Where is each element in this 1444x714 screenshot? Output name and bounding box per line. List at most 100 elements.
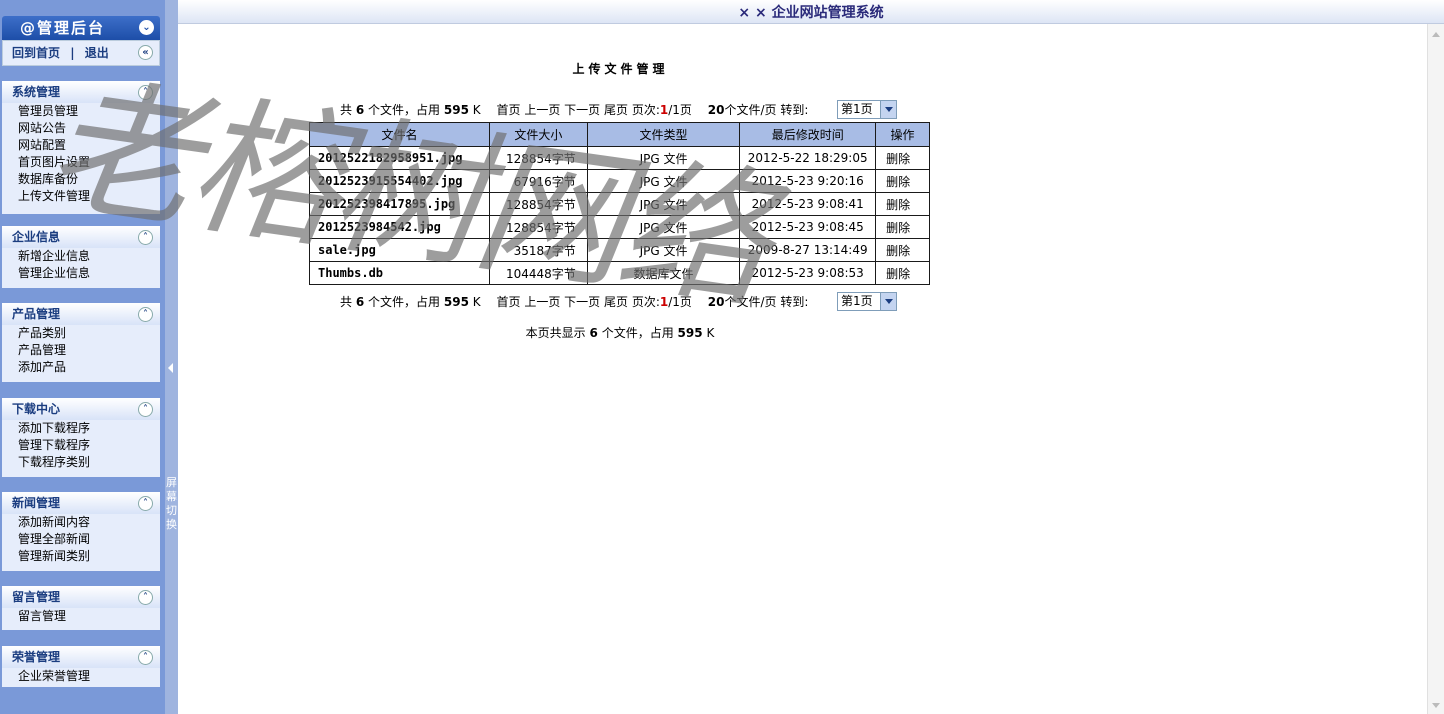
logout-link[interactable]: 退出 xyxy=(85,46,109,60)
pager-prev[interactable]: 上一页 xyxy=(524,103,560,117)
arrow-left-icon[interactable] xyxy=(168,363,173,373)
pager-next[interactable]: 下一页 xyxy=(564,295,600,309)
file-name[interactable]: 2012522182958951.jpg xyxy=(309,146,490,170)
pager-total-size: 595 xyxy=(443,295,469,309)
pager-prev[interactable]: 上一页 xyxy=(524,295,560,309)
pager-last[interactable]: 尾页 xyxy=(604,295,628,309)
summary-size: 595 xyxy=(677,326,703,340)
chevron-up-icon[interactable]: ˄ xyxy=(138,590,153,605)
menu-item-manage-company[interactable]: 管理企业信息 xyxy=(2,265,160,288)
pager-per-page-num: 20 xyxy=(707,295,725,309)
collapse-left-icon[interactable]: « xyxy=(138,45,153,60)
menu-item-add-news[interactable]: 添加新闻内容 xyxy=(2,514,160,531)
page-select-value: 第1页 xyxy=(841,294,873,308)
pager-page-total: /1页 xyxy=(668,103,692,117)
table-row: 2012523984542.jpg 128854字节 JPG 文件 2012-5… xyxy=(309,215,930,239)
sidebar-title: @管理后台 ⌄ xyxy=(2,16,160,40)
delete-link[interactable]: 删除 xyxy=(875,192,930,216)
menu-product: 产品管理 ˄ 产品类别 产品管理 添加产品 xyxy=(2,303,160,382)
chevron-up-icon[interactable]: ˄ xyxy=(138,85,153,100)
file-name[interactable]: 201252398417895.jpg xyxy=(309,192,490,216)
menu-header-honor[interactable]: 荣誉管理 ˄ xyxy=(2,646,160,668)
file-type: JPG 文件 xyxy=(586,169,741,193)
chevron-up-icon[interactable]: ˄ xyxy=(138,307,153,322)
chevron-double-down-icon[interactable]: ⌄ xyxy=(139,20,154,35)
file-table: 文件名 文件大小 文件类型 最后修改时间 操作 2012522182958951… xyxy=(309,122,930,285)
pager-prefix: 共 xyxy=(340,295,353,309)
pager-first[interactable]: 首页 xyxy=(496,295,520,309)
delete-link[interactable]: 删除 xyxy=(875,261,930,285)
menu-item-upload-files[interactable]: 上传文件管理 xyxy=(2,188,160,214)
menu-item-add-company[interactable]: 新增企业信息 xyxy=(2,248,160,265)
menu-item-add-download[interactable]: 添加下载程序 xyxy=(2,420,160,437)
menu-item-config[interactable]: 网站配置 xyxy=(2,137,160,154)
page-select[interactable]: 第1页 xyxy=(837,100,897,119)
col-action: 操作 xyxy=(875,122,930,147)
pager-goto-label: 转到: xyxy=(780,103,809,117)
pager-first[interactable]: 首页 xyxy=(496,103,520,117)
pager-next[interactable]: 下一页 xyxy=(564,103,600,117)
menu-header-product[interactable]: 产品管理 ˄ xyxy=(2,303,160,325)
file-modified: 2012-5-23 9:20:16 xyxy=(739,169,877,193)
page-select[interactable]: 第1页 xyxy=(837,292,897,311)
dropdown-arrow-icon[interactable] xyxy=(880,293,896,310)
menu-item-honor-manage[interactable]: 企业荣誉管理 xyxy=(2,668,160,687)
pager-files-unit: 个文件，占用 xyxy=(368,103,441,117)
pager-file-count: 6 xyxy=(355,103,365,117)
file-name[interactable]: 2012523984542.jpg xyxy=(309,215,490,239)
vertical-scrollbar[interactable] xyxy=(1427,24,1444,714)
menu-header-company[interactable]: 企业信息 ˄ xyxy=(2,226,160,248)
link-separator: | xyxy=(70,46,75,60)
delete-link[interactable]: 删除 xyxy=(875,169,930,193)
file-name[interactable]: sale.jpg xyxy=(309,238,490,262)
menu-item-notice[interactable]: 网站公告 xyxy=(2,120,160,137)
scroll-down-icon[interactable] xyxy=(1432,703,1440,708)
delete-link[interactable]: 删除 xyxy=(875,146,930,170)
menu-item-manage-news[interactable]: 管理全部新闻 xyxy=(2,531,160,548)
home-link[interactable]: 回到首页 xyxy=(12,46,60,60)
menu-item-homepage-image[interactable]: 首页图片设置 xyxy=(2,154,160,171)
menu-item-product-category[interactable]: 产品类别 xyxy=(2,325,160,342)
file-type: JPG 文件 xyxy=(586,192,741,216)
delete-link[interactable]: 删除 xyxy=(875,238,930,262)
file-name[interactable]: 2012523915554402.jpg xyxy=(309,169,490,193)
pager-top: 共 6 个文件，占用 595 K 首页 上一页 下一页 尾页 页次:1/1页 2… xyxy=(340,100,910,120)
pager-total-size: 595 xyxy=(443,103,469,117)
dropdown-arrow-icon[interactable] xyxy=(880,101,896,118)
menu-item-admin[interactable]: 管理员管理 xyxy=(2,103,160,120)
menu-title: 系统管理 xyxy=(12,85,61,99)
file-type: JPG 文件 xyxy=(586,146,741,170)
frame-splitter[interactable]: 屏幕切换 xyxy=(165,0,178,714)
menu-item-product-manage[interactable]: 产品管理 xyxy=(2,342,160,359)
page-title: 上传文件管理 xyxy=(572,62,669,76)
screen-switch-label[interactable]: 屏幕切换 xyxy=(165,476,178,532)
sidebar-title-text: @管理后台 xyxy=(20,19,106,37)
menu-item-add-product[interactable]: 添加产品 xyxy=(2,359,160,382)
menu-item-download-category[interactable]: 下载程序类别 xyxy=(2,454,160,477)
menu-item-message-manage[interactable]: 留言管理 xyxy=(2,608,160,630)
summary-mid: 个文件，占用 xyxy=(601,326,674,340)
menu-item-news-category[interactable]: 管理新闻类别 xyxy=(2,548,160,571)
system-title: × × 企业网站管理系统 xyxy=(738,5,884,21)
pager-files-unit: 个文件，占用 xyxy=(368,295,441,309)
menu-header-message[interactable]: 留言管理 ˄ xyxy=(2,586,160,608)
menu-title: 荣誉管理 xyxy=(12,650,61,664)
menu-item-manage-download[interactable]: 管理下载程序 xyxy=(2,437,160,454)
scroll-up-icon[interactable] xyxy=(1432,32,1440,37)
menu-header-download[interactable]: 下载中心 ˄ xyxy=(2,398,160,420)
pager-last[interactable]: 尾页 xyxy=(604,103,628,117)
summary-count: 6 xyxy=(589,326,598,340)
file-name[interactable]: Thumbs.db xyxy=(309,261,490,285)
file-type: 数据库文件 xyxy=(586,261,741,285)
delete-link[interactable]: 删除 xyxy=(875,215,930,239)
chevron-up-icon[interactable]: ˄ xyxy=(138,402,153,417)
menu-honor: 荣誉管理 ˄ 企业荣誉管理 xyxy=(2,646,160,687)
menu-header-system[interactable]: 系统管理 ˄ xyxy=(2,81,160,103)
chevron-up-icon[interactable]: ˄ xyxy=(138,650,153,665)
menu-system: 系统管理 ˄ 管理员管理 网站公告 网站配置 首页图片设置 数据库备份 上传文件管… xyxy=(2,81,160,214)
chevron-up-icon[interactable]: ˄ xyxy=(138,496,153,511)
chevron-up-icon[interactable]: ˄ xyxy=(138,230,153,245)
menu-header-news[interactable]: 新闻管理 ˄ xyxy=(2,492,160,514)
menu-item-db-backup[interactable]: 数据库备份 xyxy=(2,171,160,188)
pager-prefix: 共 xyxy=(340,103,353,117)
